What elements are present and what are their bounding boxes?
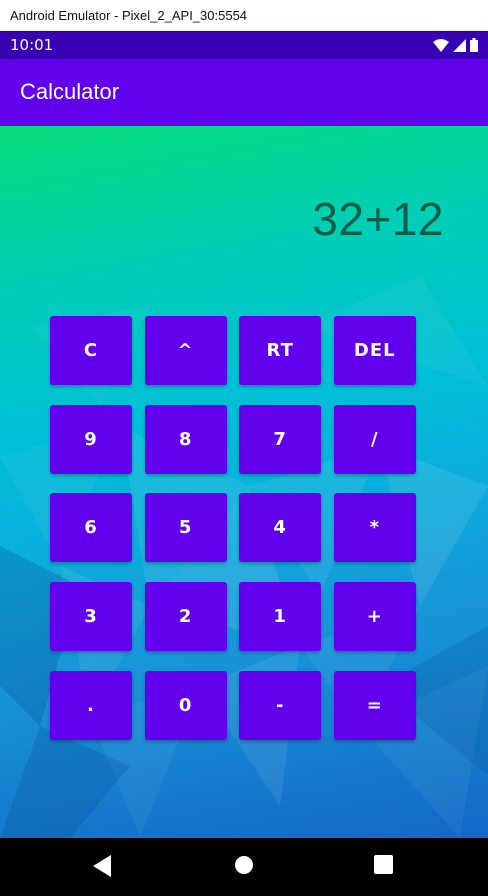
equals-button[interactable]: = xyxy=(333,670,416,740)
battery-icon xyxy=(470,38,478,52)
signal-icon xyxy=(453,39,466,52)
navigation-bar xyxy=(0,838,488,896)
status-icons xyxy=(433,38,478,52)
delete-button[interactable]: DEL xyxy=(333,316,416,385)
multiply-button[interactable]: * xyxy=(333,493,416,563)
status-time: 10:01 xyxy=(10,36,54,54)
calculator-screen: 32+12 C ^ RT DEL 9 8 7 / 6 5 4 * 3 2 1 +… xyxy=(0,126,488,838)
digit-2-button[interactable]: 2 xyxy=(144,582,227,652)
digit-3-button[interactable]: 3 xyxy=(50,582,132,652)
digit-5-button[interactable]: 5 xyxy=(144,493,227,563)
back-icon[interactable] xyxy=(93,855,111,877)
power-button[interactable]: ^ xyxy=(144,316,227,385)
home-icon[interactable] xyxy=(234,855,254,875)
digit-0-button[interactable]: 0 xyxy=(144,670,227,740)
status-bar: 10:01 xyxy=(0,31,488,59)
root-button[interactable]: RT xyxy=(239,316,322,385)
digit-8-button[interactable]: 8 xyxy=(144,404,227,474)
wifi-icon xyxy=(433,39,449,52)
app-bar: Calculator xyxy=(0,59,488,126)
expression-display: 32+12 xyxy=(312,193,444,245)
app-title: Calculator xyxy=(20,79,120,104)
clear-button[interactable]: C xyxy=(50,316,132,385)
digit-9-button[interactable]: 9 xyxy=(50,404,132,474)
digit-4-button[interactable]: 4 xyxy=(239,493,322,563)
emulator-window-title: Android Emulator - Pixel_2_API_30:5554 xyxy=(0,0,488,31)
divide-button[interactable]: / xyxy=(333,404,416,474)
digit-6-button[interactable]: 6 xyxy=(50,493,132,563)
keypad: C ^ RT DEL 9 8 7 / 6 5 4 * 3 2 1 + . 0 -… xyxy=(50,316,416,740)
decimal-button[interactable]: . xyxy=(50,670,132,740)
digit-1-button[interactable]: 1 xyxy=(239,582,322,652)
add-button[interactable]: + xyxy=(333,582,416,652)
digit-7-button[interactable]: 7 xyxy=(239,404,322,474)
subtract-button[interactable]: - xyxy=(239,670,322,740)
recents-icon[interactable] xyxy=(374,855,393,874)
